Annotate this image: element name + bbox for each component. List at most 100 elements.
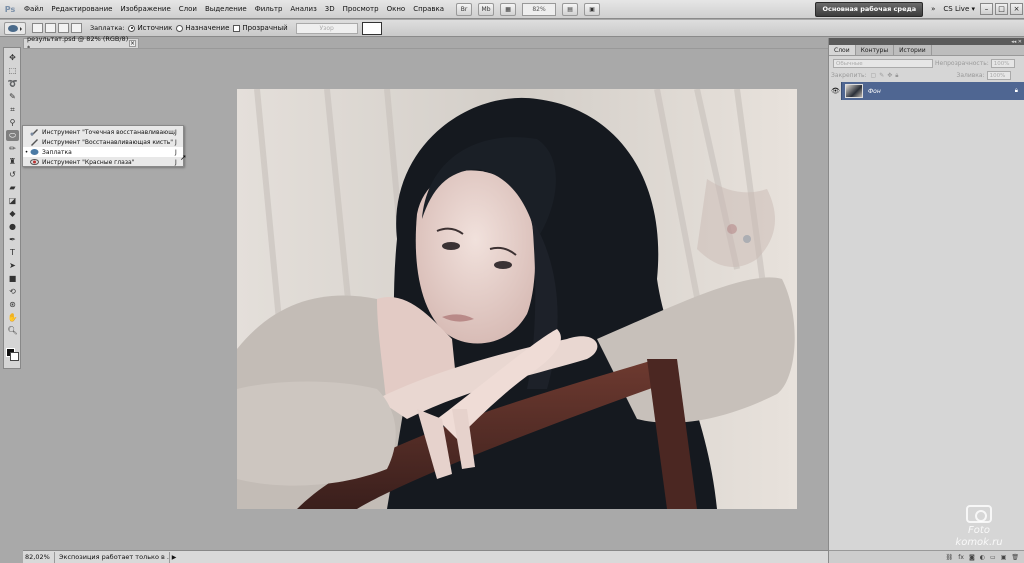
tool-preset-picker[interactable]	[4, 21, 26, 35]
visibility-eye-icon[interactable]: 👁︎	[830, 82, 842, 100]
destination-radio[interactable]: Назначение	[176, 24, 229, 32]
minimize-button[interactable]: –	[980, 3, 993, 15]
document-photo[interactable]	[237, 89, 797, 509]
options-bar: Заплатка: Источник Назначение Прозрачный…	[0, 20, 1024, 37]
lock-pixels-icon[interactable]: ✎	[879, 72, 884, 79]
flyout-item-healing-brush[interactable]: Инструмент "Восстанавливающая кисть" J	[23, 137, 183, 147]
pattern-swatch[interactable]	[361, 21, 382, 35]
brush-tool-icon[interactable]: ✏	[6, 143, 19, 154]
menu-window[interactable]: Окно	[383, 0, 410, 19]
new-group-icon[interactable]: ▭	[990, 554, 996, 561]
menu-select[interactable]: Выделение	[201, 0, 251, 19]
panel-collapse-bar[interactable]: ◂◂ ✕	[829, 38, 1024, 45]
blend-opacity-row: Обычные Непрозрачность: 100%	[831, 58, 1021, 69]
path-selection-tool-icon[interactable]: ➤	[6, 260, 19, 271]
tab-history[interactable]: Истории	[894, 45, 932, 55]
opacity-field[interactable]: 100%	[990, 59, 1015, 68]
blend-mode-select[interactable]: Обычные	[833, 59, 933, 68]
quick-selection-tool-icon[interactable]: ✎	[6, 91, 19, 102]
menu-analysis[interactable]: Анализ	[286, 0, 320, 19]
menu-edit[interactable]: Редактирование	[47, 0, 116, 19]
layer-name: Фон	[868, 87, 881, 95]
subtract-selection-icon[interactable]	[58, 23, 69, 33]
eraser-tool-icon[interactable]: ▰	[6, 182, 19, 193]
move-tool-icon[interactable]: ✥	[6, 52, 19, 63]
more-workspaces-button[interactable]: »	[927, 5, 939, 13]
crop-tool-icon[interactable]: ⌗	[6, 104, 19, 115]
marquee-tool-icon[interactable]: ⬚	[6, 65, 19, 76]
healing-tool-icon[interactable]: ⬭	[6, 130, 19, 141]
shape-tool-icon[interactable]: ■	[6, 273, 19, 284]
3d-rotate-tool-icon[interactable]: ⟲	[6, 286, 19, 297]
menu-help[interactable]: Справка	[409, 0, 448, 19]
status-menu-arrow-icon[interactable]: ▶	[170, 554, 178, 561]
layer-row-background[interactable]: 👁︎ Фон 🔒︎	[830, 82, 1024, 100]
type-tool-icon[interactable]: T	[6, 247, 19, 258]
close-document-icon[interactable]: ×	[129, 40, 136, 47]
flyout-item-red-eye[interactable]: Инструмент "Красные глаза" J	[23, 157, 183, 167]
menu-3d[interactable]: 3D	[321, 0, 339, 19]
ps-logo-icon: Ps	[4, 4, 16, 14]
flyout-item-spot-healing[interactable]: Инструмент "Точечная восстанавливающая к…	[23, 127, 183, 137]
menu-bar: Ps Файл Редактирование Изображение Слои …	[0, 0, 1024, 19]
tab-paths[interactable]: Контуры	[856, 45, 895, 55]
screen-mode-button[interactable]: ▣	[584, 2, 601, 16]
eyedropper-tool-icon[interactable]: ⚲	[6, 117, 19, 128]
history-brush-tool-icon[interactable]: ↺	[6, 169, 19, 180]
lock-transparent-icon[interactable]: ▢	[871, 72, 877, 79]
gradient-tool-icon[interactable]: ◪	[6, 195, 19, 206]
lasso-tool-icon[interactable]: ➰	[6, 78, 19, 89]
menu-layers[interactable]: Слои	[175, 0, 201, 19]
spot-healing-brush-icon	[30, 128, 39, 136]
lock-position-icon[interactable]: ✥	[887, 72, 892, 79]
adjustment-layer-icon[interactable]: ◐	[980, 554, 985, 561]
cs-live-button[interactable]: CS Live ▾	[939, 5, 979, 13]
red-eye-tool-icon	[30, 158, 39, 166]
panel-tabs: Слои Контуры Истории	[829, 45, 1024, 56]
transparent-checkbox[interactable]: Прозрачный	[233, 24, 288, 32]
lock-all-icon[interactable]: 🔒︎	[895, 72, 898, 80]
radio-dot	[128, 24, 136, 32]
dodge-tool-icon[interactable]: ●	[6, 221, 19, 232]
status-zoom-field[interactable]: 82,02%	[23, 551, 55, 563]
flyout-item-label: Заплатка	[42, 148, 72, 156]
layers-panel-dock: ◂◂ ✕ Слои Контуры Истории Обычные Непроз…	[828, 38, 1024, 563]
menu-view[interactable]: Просмотр	[339, 0, 383, 19]
blur-tool-icon[interactable]: ◆	[6, 208, 19, 219]
new-layer-icon[interactable]: ▣	[1001, 554, 1007, 561]
menu-file[interactable]: Файл	[20, 0, 47, 19]
arrange-documents-button[interactable]: ▤	[562, 2, 579, 16]
background-color-swatch[interactable]	[10, 352, 19, 361]
menu-image[interactable]: Изображение	[116, 0, 174, 19]
zoom-tool-icon[interactable]: 🔍︎	[6, 325, 19, 336]
pen-tool-icon[interactable]: ✒	[6, 234, 19, 245]
add-selection-icon[interactable]	[45, 23, 56, 33]
intersect-selection-icon[interactable]	[71, 23, 82, 33]
maximize-button[interactable]: □	[995, 3, 1008, 15]
flyout-item-patch[interactable]: • Заплатка J	[23, 147, 183, 157]
workspace-button[interactable]: Основная рабочая среда	[815, 1, 924, 17]
3d-orbit-tool-icon[interactable]: ⊛	[6, 299, 19, 310]
layer-mask-icon[interactable]: ◙	[969, 554, 975, 561]
layer-style-icon[interactable]: fx	[958, 554, 964, 561]
tab-layers[interactable]: Слои	[829, 45, 856, 55]
tools-panel: ✥ ⬚ ➰ ✎ ⌗ ⚲ ⬭ ✏ ♜ ↺ ▰ ◪ ◆ ● ✒ T ➤ ■ ⟲ ⊛ …	[3, 47, 21, 369]
menu-filter[interactable]: Фильтр	[251, 0, 287, 19]
status-bar: 82,02% Экспозиция работает только в ... …	[23, 550, 828, 563]
source-radio[interactable]: Источник	[128, 24, 172, 32]
bridge-button[interactable]: Br	[456, 2, 473, 16]
view-extras-button[interactable]: ▦	[500, 2, 517, 16]
document-tab[interactable]: результат.psd @ 82% (RGB/8) * ×	[23, 35, 139, 52]
stamp-tool-icon[interactable]: ♜	[6, 156, 19, 167]
watermark-logo: Foto komok.ru	[944, 505, 1014, 549]
link-layers-icon[interactable]: ⛓	[946, 554, 954, 561]
new-selection-icon[interactable]	[32, 23, 43, 33]
zoom-level-field[interactable]: 82%	[522, 2, 557, 16]
fill-field[interactable]: 100%	[986, 71, 1011, 80]
source-label: Источник	[137, 24, 173, 32]
mini-bridge-button[interactable]: Mb	[478, 2, 495, 16]
hand-tool-icon[interactable]: ✋	[6, 312, 19, 323]
delete-layer-icon[interactable]: 🗑︎	[1011, 554, 1019, 561]
close-button[interactable]: ×	[1010, 3, 1023, 15]
use-pattern-button[interactable]: Узор	[295, 22, 358, 34]
